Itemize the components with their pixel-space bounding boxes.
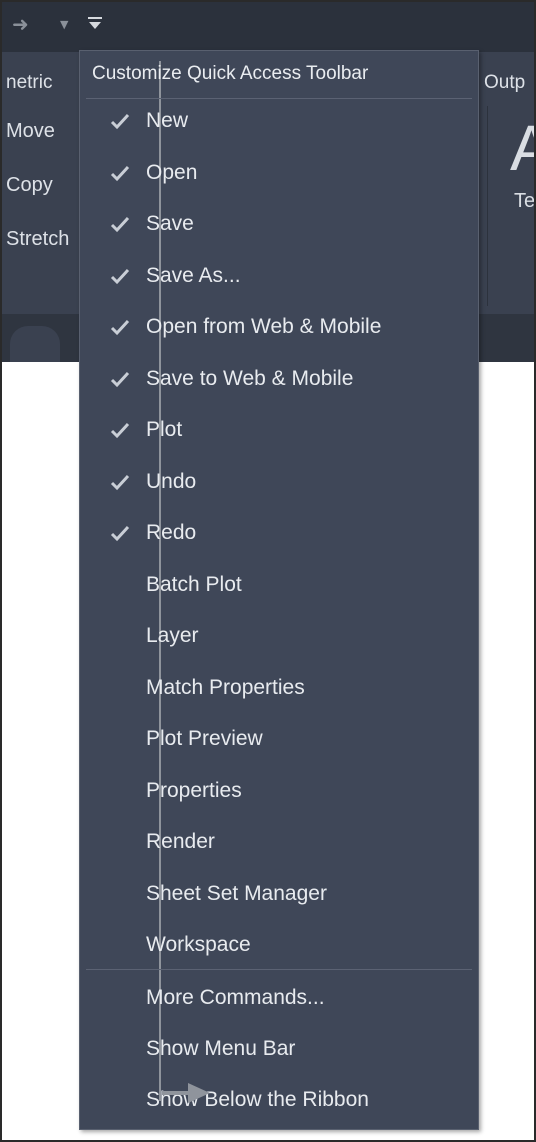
menu-item-open[interactable]: Open (86, 151, 472, 199)
redo-arrow-icon[interactable]: ➜ (12, 14, 29, 34)
menu-item-label: Save As... (146, 263, 241, 287)
menu-item-new[interactable]: New (86, 99, 472, 147)
menu-item-label: Workspace (146, 933, 251, 956)
menu-item-plot-preview[interactable]: Plot Preview (86, 717, 472, 765)
menu-item-label: Show Menu Bar (146, 1037, 296, 1060)
menu-item-label: Layer (146, 624, 199, 647)
menu-item-open-from-web-mobile[interactable]: Open from Web & Mobile (86, 305, 472, 353)
quick-access-toolbar: ➜ ▼ (2, 2, 534, 52)
menu-item-label: Properties (146, 778, 242, 802)
menu-item-plot[interactable]: Plot (86, 408, 472, 456)
checkmark-icon (110, 216, 130, 233)
text-tool-icon[interactable]: A (510, 116, 534, 180)
checkmark-icon (110, 371, 130, 387)
arrow-pointer-icon (162, 1083, 210, 1103)
menu-item-sheet-set-manager[interactable]: Sheet Set Manager (86, 872, 472, 920)
ribbon-divider (487, 106, 488, 306)
ribbon-tab-left[interactable]: netric (6, 72, 52, 94)
menu-item-render[interactable]: Render (86, 820, 472, 868)
menu-item-label: New (146, 109, 189, 132)
menu-item-label: Save (146, 212, 194, 235)
chevron-down-icon[interactable]: ▼ (60, 18, 68, 31)
ribbon-command-move[interactable]: Move (6, 120, 55, 143)
menu-item-label: Sheet Set Manager (146, 881, 327, 905)
menu-item-label: Redo (146, 521, 197, 544)
menu-item-show-menu-bar[interactable]: Show Menu Bar (86, 1027, 472, 1075)
menu-item-label: Save to Web & Mobile (146, 366, 354, 390)
menu-item-workspace[interactable]: Workspace (86, 923, 472, 971)
menu-item-label: More Commands... (146, 986, 325, 1009)
customize-dropdown-icon[interactable] (86, 12, 104, 34)
menu-item-layer[interactable]: Layer (86, 614, 472, 662)
menu-item-label: Open (146, 160, 198, 184)
menu-item-label: Undo (146, 469, 197, 493)
menu-item-more-commands[interactable]: More Commands... (86, 976, 472, 1024)
ribbon-tab-output[interactable]: Outp (484, 72, 525, 94)
menu-item-label: Plot Preview (146, 727, 263, 750)
menu-title: Customize Quick Access Toolbar (92, 63, 369, 84)
checkmark-icon (110, 474, 130, 490)
menu-item-batch-plot[interactable]: Batch Plot (86, 563, 472, 611)
customize-qat-menu: Customize Quick Access Toolbar New Open Sa… (79, 50, 479, 1130)
checkmark-icon (110, 422, 130, 439)
menu-item-label: Match Properties (146, 675, 305, 699)
ribbon-command-stretch[interactable]: Stretch (6, 228, 69, 251)
checkmark-icon (110, 268, 130, 284)
checkmark-icon (110, 525, 130, 542)
menu-item-save-to-web-mobile[interactable]: Save to Web & Mobile (86, 357, 472, 405)
menu-item-save[interactable]: Save (86, 202, 472, 250)
app-frame: ➜ ▼ netric Outp Move Copy Stretch A Te C… (0, 0, 536, 1142)
menu-item-label: Plot (146, 418, 183, 441)
menu-item-label: Open from Web & Mobile (146, 315, 382, 338)
checkmark-icon (110, 113, 130, 130)
new-tab-button[interactable] (10, 326, 60, 362)
ribbon-command-copy[interactable]: Copy (6, 174, 53, 197)
text-tool-label[interactable]: Te (514, 190, 534, 213)
menu-separator (86, 969, 472, 970)
menu-item-undo[interactable]: Undo (86, 460, 472, 508)
menu-item-save-as[interactable]: Save As... (86, 254, 472, 302)
menu-item-match-properties[interactable]: Match Properties (86, 666, 472, 714)
checkmark-icon (110, 165, 130, 181)
menu-item-properties[interactable]: Properties (86, 769, 472, 817)
menu-item-redo[interactable]: Redo (86, 511, 472, 559)
menu-item-label: Batch Plot (146, 572, 242, 596)
menu-item-label: Render (146, 830, 215, 853)
menu-item-show-below-the-ribbon[interactable]: Show Below the Ribbon (86, 1078, 472, 1126)
checkmark-icon (110, 319, 130, 336)
